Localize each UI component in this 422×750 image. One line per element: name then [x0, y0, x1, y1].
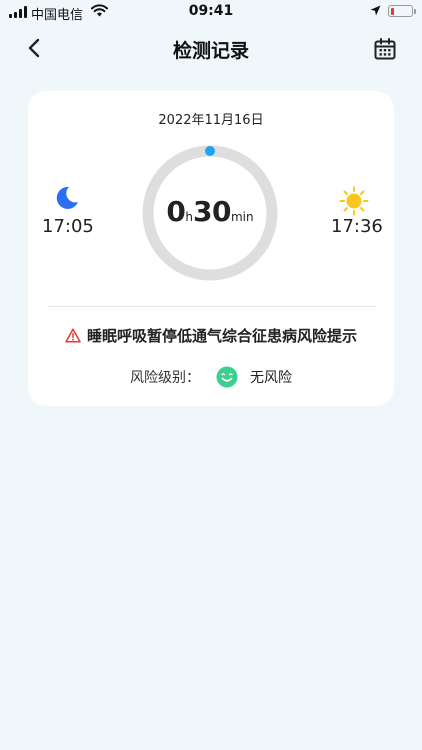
sleep-duration: 0h30min: [138, 195, 282, 228]
card-divider: [48, 306, 376, 307]
nav-bar: 检测记录: [0, 28, 422, 68]
battery-icon: [388, 5, 416, 17]
duration-minutes-unit: min: [230, 210, 254, 224]
status-bar: 中国电信 09:41: [0, 0, 422, 26]
location-arrow-icon: [370, 5, 381, 16]
calendar-icon[interactable]: [373, 37, 397, 61]
sleep-record-card[interactable]: 2022年11月16日 0h30min 17:05 17:36 睡眠呼吸暂停低通…: [28, 91, 394, 406]
smile-face-icon: [216, 366, 238, 388]
duration-minutes: 30: [192, 195, 231, 228]
page-title: 检测记录: [172, 40, 249, 62]
sleep-time: 17:05: [42, 216, 94, 237]
ring-progress-dot: [205, 146, 215, 156]
risk-level-row: 风险级别： 无风险: [28, 366, 394, 388]
warning-text: 睡眠呼吸暂停低通气综合征患病风险提示: [86, 327, 357, 345]
duration-hours-unit: h: [185, 210, 193, 224]
wake-time: 17:36: [331, 216, 383, 237]
status-time: 09:41: [188, 3, 234, 19]
risk-warning: 睡眠呼吸暂停低通气综合征患病风险提示: [28, 325, 394, 346]
warning-triangle-icon: [65, 328, 81, 343]
duration-hours: 0: [166, 195, 186, 228]
moon-icon: [56, 186, 78, 209]
record-date: 2022年11月16日: [158, 113, 264, 128]
risk-level-label: 风险级别：: [130, 370, 200, 386]
risk-level-value: 无风险: [250, 370, 292, 386]
sun-icon: [339, 186, 369, 216]
